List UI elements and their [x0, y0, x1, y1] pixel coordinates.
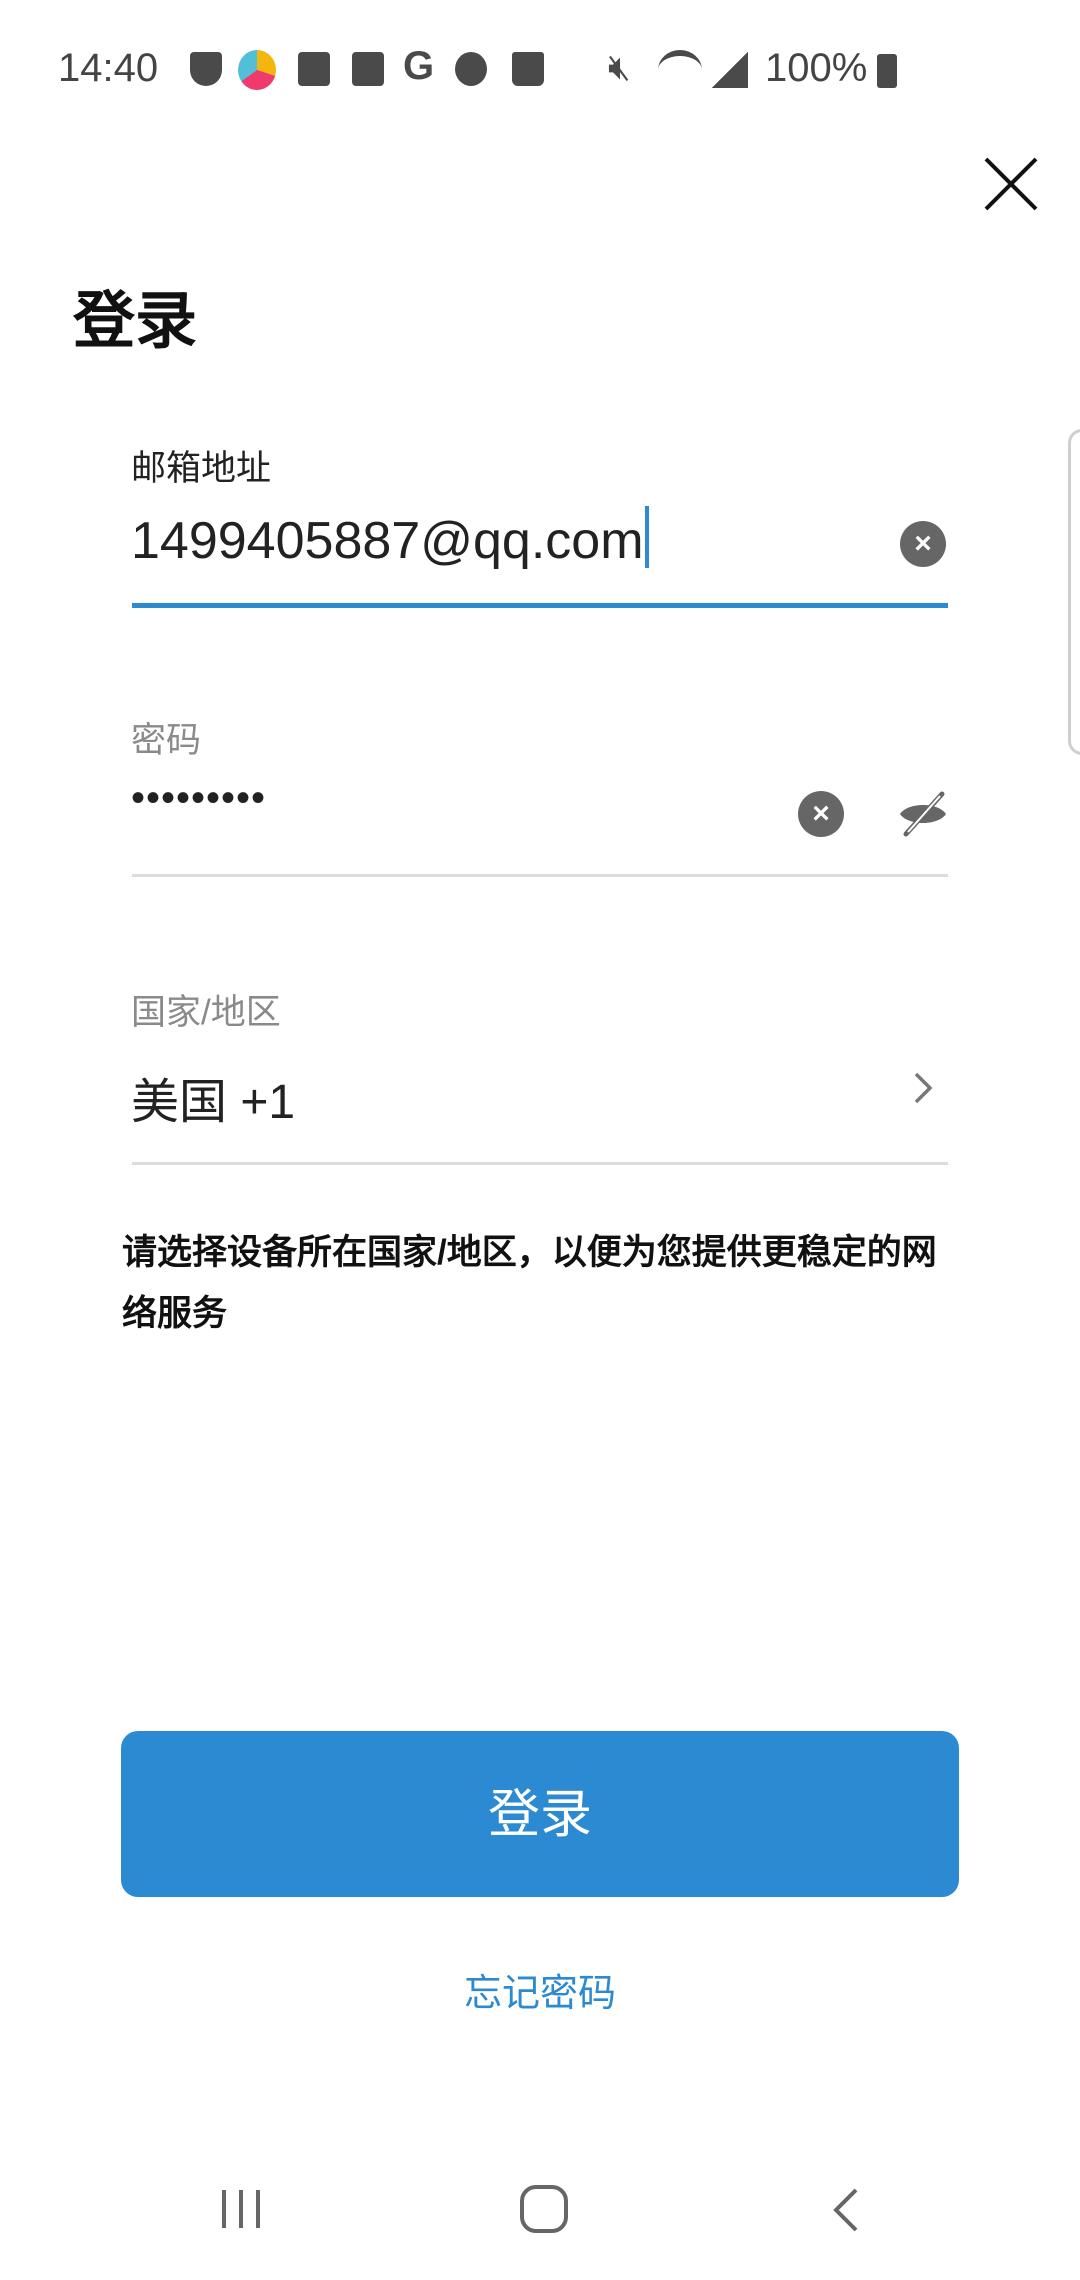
forgot-password-link[interactable]: 忘记密码: [0, 1962, 1080, 2017]
country-label: 国家/地区: [131, 993, 281, 1032]
email-field[interactable]: 1499405887@qq.com: [131, 506, 649, 571]
password-field[interactable]: •••••••••: [131, 776, 266, 821]
eye-off-icon: [900, 791, 946, 837]
text-cursor: [644, 506, 649, 568]
clear-password-button[interactable]: ×: [798, 791, 844, 837]
battery-icon: [877, 54, 897, 88]
side-panel-handle[interactable]: [1068, 429, 1080, 755]
toggle-password-visibility-button[interactable]: [898, 790, 948, 838]
email-label: 邮箱地址: [131, 449, 272, 488]
navigation-bar: [0, 2140, 1080, 2280]
signal-icon: [712, 52, 748, 88]
close-button[interactable]: [982, 155, 1040, 213]
email-underline: [132, 603, 948, 608]
country-underline: [132, 1162, 948, 1165]
email-value: 1499405887@qq.com: [131, 512, 644, 570]
recent-apps-button[interactable]: [220, 2188, 262, 2230]
country-selector[interactable]: 美国 +1: [131, 1050, 948, 1140]
shield-alert-icon: [190, 52, 222, 86]
back-button[interactable]: [830, 2186, 862, 2234]
status-time: 14:40: [58, 46, 159, 90]
checkbox-icon: [298, 52, 330, 86]
wifi-icon: [658, 50, 702, 90]
home-button[interactable]: [519, 2184, 569, 2234]
home-icon: [520, 2185, 568, 2233]
clear-email-button[interactable]: ×: [900, 521, 946, 567]
mute-icon: 🔇︎: [608, 46, 631, 87]
app-logo-icon: [238, 50, 276, 90]
country-value: 美国 +1: [131, 1076, 296, 1129]
battery-percentage: 100%: [765, 46, 868, 90]
password-underline: [132, 874, 948, 877]
chevron-right-icon: [914, 1072, 933, 1104]
page-title: 登录: [73, 287, 198, 356]
clear-icon: ×: [914, 527, 932, 560]
recent-apps-icon: [222, 2190, 260, 2228]
login-button[interactable]: 登录: [121, 1731, 959, 1897]
close-icon: [984, 157, 1038, 211]
back-icon: [833, 2188, 858, 2232]
planet-icon: [455, 52, 487, 86]
password-label: 密码: [131, 721, 202, 760]
status-bar: 14:40 G 🔇︎ 100%: [0, 0, 1080, 130]
shopping-bag-icon: [512, 52, 544, 86]
back-arrow-icon: [352, 52, 384, 86]
google-icon: G: [403, 44, 435, 88]
clear-icon: ×: [812, 797, 830, 830]
region-notice: 请选择设备所在国家/地区，以便为您提供更稳定的网络服务: [122, 1233, 937, 1333]
